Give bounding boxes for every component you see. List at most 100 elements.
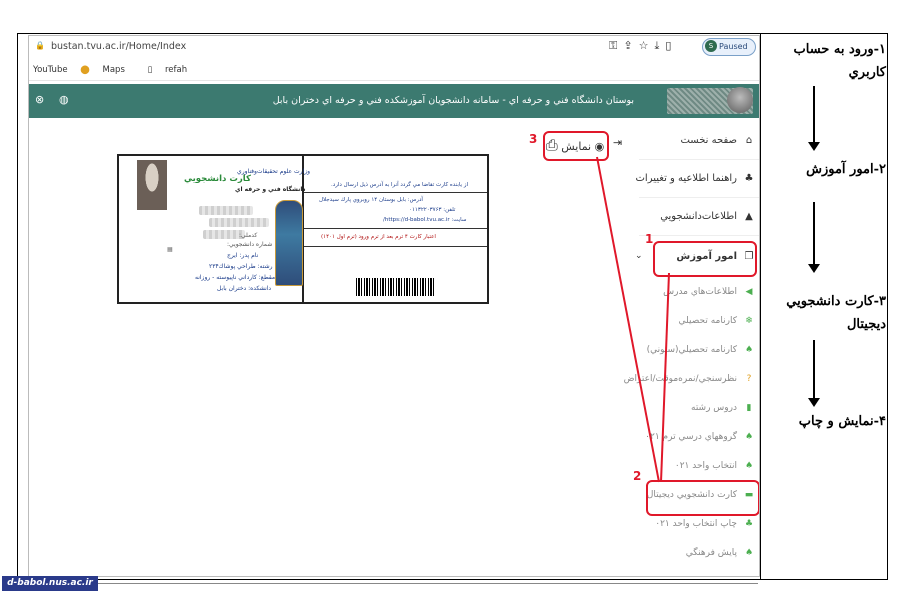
card-rule [304,246,487,247]
card-title: كارت دانشجويي [184,174,251,184]
arrow-down-icon [808,142,820,151]
sidebar-subitem-label: كارنامه تحصيلي(ستوني) [646,345,737,355]
share-icon[interactable]: ⇪ [623,39,638,52]
bell-icon: ♠ [744,548,754,558]
question-icon: ? [746,374,752,384]
bookmark-maps-label: Maps [102,65,125,75]
sitemap-icon: ♣ [744,173,754,184]
step-1: ۱-ورود به حساب كاربري [793,42,886,80]
home-icon: ⌂ [745,135,753,146]
card-rule [304,192,487,193]
sidebar-item-guide[interactable]: ♣ راهنما اطلاعيه و تغييرات [636,166,756,192]
step-3: ۳-كارت دانشجويي ديجيتال [786,294,886,332]
broken-image-icon: ▦ [167,246,173,253]
sidebar-subitem-label: گروههاي درسي ترم ۰۲۱ [645,432,737,442]
sidebar-subitem-label: اطلاعات‌هاي مدرس [663,287,737,297]
university-emblem [275,200,303,286]
sidebar-item-label: راهنما اطلاعيه و تغييرات [635,173,738,184]
close-circle-icon[interactable]: ⊗ [35,93,44,106]
globe-icon[interactable]: ◍ [59,93,69,106]
sidebar-item-student-info[interactable]: ▲ اطلاعات‌دانشجويي [660,204,755,230]
sidebar-subitem[interactable]: ▮ دروس رشته [691,397,755,419]
divider [639,235,759,236]
divider [639,159,759,160]
sidebar-subitem[interactable]: ♠ گروههاي درسي ترم ۰۲۱ [645,426,755,448]
sidepanel-icon[interactable]: ▯ [665,39,677,52]
sidebar-subitem-label: پايش فرهنگي [685,548,737,558]
url-field[interactable]: bustan.tvu.ac.ir/Home/Index [31,38,611,56]
card-barcode [356,278,436,296]
chevron-down-icon[interactable]: ⌄ [635,251,643,261]
sidebar-subitem[interactable]: ♠ كارنامه تحصيلي(ستوني) [647,339,755,361]
sidebar-subitem[interactable]: ◀ اطلاعات‌هاي مدرس [663,281,755,303]
key-icon[interactable]: ⚿ [609,39,623,52]
sidebar-subitem-label: كارنامه تحصيلي [678,316,737,326]
card-field-3: نام پدر: ايرج [227,252,259,259]
arrow-shaft [813,202,815,264]
sidebar-subitem[interactable]: ❄ كارنامه تحصيلي [679,310,755,332]
bell-icon: ♠ [744,345,754,355]
card-university: دانشگاه فني و حرفه اي [235,186,306,193]
card-rule [304,228,487,229]
card-phone: تلفن: ۰۱۱۳۲۲۰۳۷۶۳ [409,207,456,213]
bookmarks-bar: YouTube ⬤ Maps ▯ refah [29,60,759,81]
student-card: كارت دانشجويي وزارت علوم تحقيقات‌وفناوري… [117,154,489,304]
annotation-number-1: 1 [645,232,654,246]
sidebar-item-home[interactable]: ⌂ صفحه نخست [680,128,755,154]
annotation-box-3 [543,131,609,161]
bookmark-refah-label: refah [164,65,188,75]
annotation-box-2 [646,480,759,516]
bell-icon: ♠ [744,461,754,471]
address-bar-row: 🔒 bustan.tvu.ac.ir/Home/Index ⚿⇪☆⤓▯ S Pau… [29,36,759,58]
card-site: سايت: https://d-babol.tvu.ac.ir/ [383,217,467,223]
arrow-down-icon [808,264,820,273]
sidebar-subitem[interactable]: ? نظرسنجي/نمره‌موقت/اعتراض [624,368,755,390]
sidebar-subitem[interactable]: ♣ چاپ انتخاب واحد ۰۲۱ [655,513,755,535]
user-photo [727,87,753,113]
card-field-6: دانشكده: دختران بابل [217,285,272,292]
arrow-shaft [813,86,815,142]
card-notice: از يابنده كارت تقاضا مي گردد آنرا به آدر… [331,182,469,188]
annotation-box-1 [653,241,757,277]
annotation-number-3: 3 [529,132,538,146]
sidebar-subitem-label: انتخاب واحد ۰۲۱ [674,461,737,471]
step-2: ۲-امور آموزش [806,162,886,177]
blurred-id [209,218,269,227]
arrow-shaft [813,340,815,398]
arrow-down-icon [808,398,820,407]
sidebar-subitem-label: چاپ انتخاب واحد ۰۲۱ [655,519,737,529]
bell-icon: ♠ [744,432,754,442]
browser-screenshot: 🔒 bustan.tvu.ac.ir/Home/Index ⚿⇪☆⤓▯ S Pau… [28,35,760,577]
toolbar-icons: ⚿⇪☆⤓▯ [609,39,677,53]
sidebar-item-label: صفحه نخست [680,135,737,146]
sidebar-item-label: اطلاعات‌دانشجويي [660,211,737,222]
card-field-4: رشته: طراحي پوشاك۲۳۴ [209,263,273,270]
sidebar-subitem[interactable]: ♠ پايش فرهنگي [686,542,755,564]
annotation-number-2: 2 [633,469,642,483]
watermark: d-babol.nus.ac.ir [2,576,98,591]
card-field-1: كدملي: [239,232,258,239]
page-icon: ▯ [147,65,153,75]
sidebar-subitem-label: دروس رشته [691,403,737,413]
card-address: آدرس: بابل بوستان ۱۴ روبروي پارك سيدجلال [319,197,423,203]
footer-rule [98,583,758,584]
header-logo [667,87,753,114]
step-4: ۴-نمايش و چاپ [798,414,886,429]
card-field-5: مقطع: كارداني ناپيوسته - روزانه [195,274,276,281]
divider [639,197,759,198]
bookmark-youtube[interactable]: YouTube [33,65,68,75]
collapse-sidebar-icon[interactable]: ⇥ [613,136,622,149]
student-photo [137,160,167,210]
bookmark-refah[interactable]: ▯ refah [148,65,198,75]
bookmark-maps[interactable]: ⬤ Maps [80,65,135,75]
sitemap-icon: ♣ [744,519,754,529]
bookmark-icon: ▮ [746,403,752,413]
profile-button[interactable]: S Paused [702,38,756,56]
download-icon[interactable]: ⤓ [654,39,665,52]
profile-status: Paused [719,42,748,51]
sidebar-subitem[interactable]: ♠ انتخاب واحد ۰۲۱ [675,455,755,477]
card-validity: اعتبار كارت ۴ ترم بعد از ترم ورود (ترم ا… [321,234,436,240]
avatar: S [705,40,717,52]
star-icon[interactable]: ☆ [639,39,655,52]
map-pin-icon: ⬤ [80,65,90,75]
